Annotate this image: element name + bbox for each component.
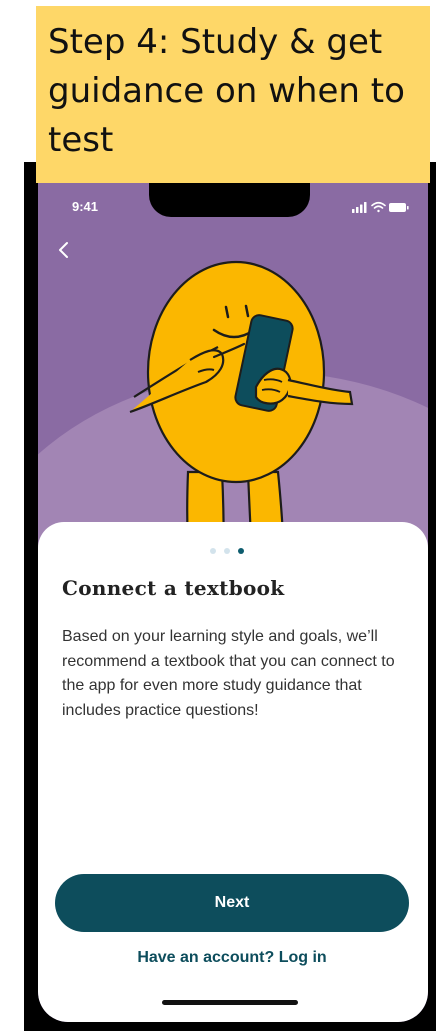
- page-dot-1: [210, 548, 216, 554]
- onboarding-card: Connect a textbook Based on your learnin…: [38, 522, 428, 1022]
- character-holding-phone-illustration: [129, 260, 354, 542]
- phone-frame: 9:41 Connect a textbook Based on your le…: [24, 162, 436, 1031]
- step-banner-text: Step 4: Study & get guidance on when to …: [48, 22, 405, 160]
- next-button[interactable]: Next: [55, 874, 409, 932]
- card-title: Connect a textbook: [62, 576, 285, 600]
- app-screen: 9:41 Connect a textbook Based on your le…: [38, 162, 428, 1022]
- page-dot-3-active: [238, 548, 244, 554]
- home-indicator: [162, 1000, 298, 1005]
- step-banner: Step 4: Study & get guidance on when to …: [36, 6, 430, 183]
- page-dot-2: [224, 548, 230, 554]
- login-link[interactable]: Have an account? Log in: [38, 949, 426, 967]
- status-icons: [352, 201, 409, 213]
- battery-icon: [389, 203, 409, 212]
- page-indicator: [210, 548, 244, 556]
- card-body: Based on your learning style and goals, …: [62, 628, 395, 719]
- wifi-icon: [371, 201, 386, 213]
- status-time: 9:41: [72, 199, 99, 214]
- signal-icon: [352, 202, 367, 213]
